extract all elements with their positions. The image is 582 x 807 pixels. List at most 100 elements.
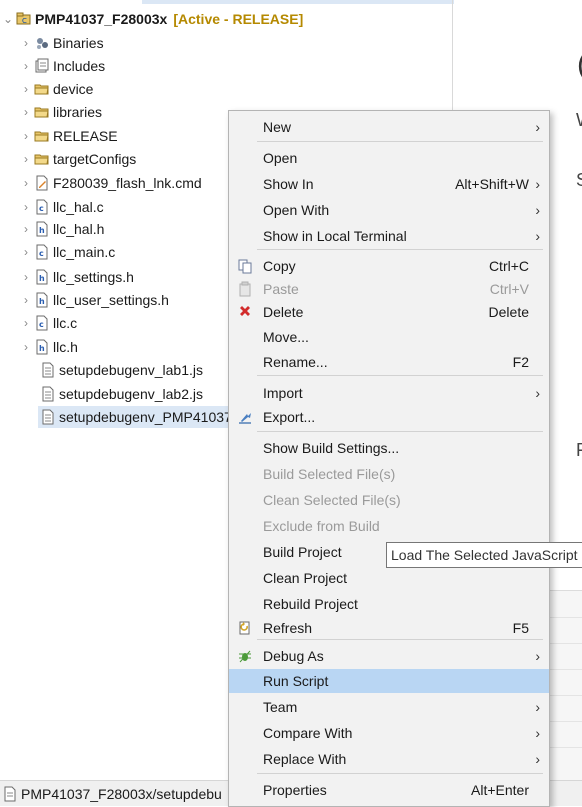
text-file-icon bbox=[40, 386, 56, 402]
submenu-arrow-icon: › bbox=[535, 648, 540, 664]
svg-text:h: h bbox=[39, 297, 45, 306]
tree-item-includes[interactable]: › Includes bbox=[20, 55, 105, 77]
menu-item-move[interactable]: Move... bbox=[229, 325, 549, 349]
tree-item-binaries[interactable]: › Binaries bbox=[20, 32, 104, 54]
menu-item-label: Exclude from Build bbox=[263, 518, 380, 534]
menu-item-export[interactable]: Export... bbox=[229, 405, 549, 429]
chevron-right-icon[interactable]: › bbox=[20, 289, 32, 311]
tree-item-setupdebugenv-lab1-js[interactable]: setupdebugenv_lab1.js bbox=[38, 359, 203, 381]
menu-item-debug-as[interactable]: Debug As › bbox=[229, 644, 549, 668]
status-path: PMP41037_F28003x/setupdebu bbox=[21, 785, 222, 802]
menu-item-clean-project[interactable]: Clean Project bbox=[229, 566, 549, 590]
menu-item-shortcut: Ctrl+C bbox=[488, 258, 529, 274]
menu-item-build-selected-file-s: Build Selected File(s) bbox=[229, 462, 549, 486]
tree-item-targetconfigs[interactable]: › targetConfigs bbox=[20, 148, 136, 170]
menu-item-open[interactable]: Open bbox=[229, 146, 549, 170]
tree-item-label: F280039_flash_lnk.cmd bbox=[53, 175, 202, 191]
chevron-right-icon[interactable]: › bbox=[20, 336, 32, 358]
menu-item-import[interactable]: Import › bbox=[229, 381, 549, 405]
tree-item-label: llc.h bbox=[53, 339, 78, 355]
chevron-right-icon[interactable]: › bbox=[20, 55, 32, 77]
svg-text:c: c bbox=[39, 320, 44, 329]
menu-item-new[interactable]: New › bbox=[229, 115, 549, 139]
menu-item-label: Debug As bbox=[263, 648, 324, 664]
menu-item-open-with[interactable]: Open With › bbox=[229, 198, 549, 222]
chevron-right-icon[interactable]: › bbox=[20, 196, 32, 218]
menu-item-show-in[interactable]: Show In Alt+Shift+W › bbox=[229, 172, 549, 196]
tree-item-llc-h[interactable]: › h llc.h bbox=[20, 336, 78, 358]
menu-item-run-script[interactable]: Run Script bbox=[229, 669, 549, 693]
menu-item-shortcut: F5 bbox=[512, 620, 529, 636]
chevron-right-icon[interactable]: › bbox=[20, 148, 32, 170]
submenu-arrow-icon: › bbox=[535, 385, 540, 401]
tree-item-device[interactable]: › device bbox=[20, 78, 93, 100]
menu-item-label: Rename... bbox=[263, 354, 328, 370]
menu-item-team[interactable]: Team › bbox=[229, 695, 549, 719]
tree-item-label: llc_hal.c bbox=[53, 199, 104, 215]
chevron-right-icon[interactable]: › bbox=[20, 266, 32, 288]
tree-item-libraries[interactable]: › libraries bbox=[20, 101, 102, 123]
menu-item-label: Show In bbox=[263, 176, 314, 192]
chevron-right-icon[interactable]: › bbox=[20, 312, 32, 334]
menu-item-show-in-local-terminal[interactable]: Show in Local Terminal › bbox=[229, 224, 549, 248]
menu-item-shortcut: Delete bbox=[488, 304, 529, 320]
folder-icon bbox=[34, 151, 50, 167]
tree-item-llc-hal-h[interactable]: › h llc_hal.h bbox=[20, 218, 104, 240]
paste-icon bbox=[237, 281, 253, 297]
menu-item-label: Clean Selected File(s) bbox=[263, 492, 401, 508]
tree-item-llc-settings-h[interactable]: › h llc_settings.h bbox=[20, 266, 134, 288]
chevron-right-icon[interactable]: › bbox=[20, 218, 32, 240]
editor-fragment-heading: ( bbox=[577, 48, 582, 82]
svg-text:h: h bbox=[39, 344, 45, 353]
menu-item-label: Team bbox=[263, 699, 298, 715]
tree-item-label: setupdebugenv_lab1.js bbox=[59, 362, 204, 378]
chevron-right-icon[interactable]: › bbox=[20, 78, 32, 100]
tree-item-llc-user-settings-h[interactable]: › h llc_user_settings.h bbox=[20, 289, 169, 311]
menu-separator bbox=[257, 431, 543, 432]
menu-item-rename[interactable]: Rename... F2 bbox=[229, 350, 549, 374]
tree-item-llc-hal-c[interactable]: › c llc_hal.c bbox=[20, 196, 104, 218]
chevron-right-icon[interactable]: › bbox=[20, 241, 32, 263]
tooltip: Load The Selected JavaScript bbox=[386, 542, 582, 568]
cmd-file-icon bbox=[34, 175, 50, 191]
tree-item-label: llc_hal.h bbox=[53, 221, 105, 237]
tree-item-label: llc_user_settings.h bbox=[53, 292, 169, 308]
menu-item-compare-with[interactable]: Compare With › bbox=[229, 721, 549, 745]
project-root[interactable]: ⌄ C PMP41037_F28003x [Active - RELEASE] bbox=[2, 8, 303, 30]
menu-separator bbox=[257, 773, 543, 774]
menu-item-copy[interactable]: Copy Ctrl+C bbox=[229, 254, 549, 278]
menu-item-label: Show Build Settings... bbox=[263, 440, 400, 456]
refresh-icon bbox=[237, 620, 253, 636]
menu-item-properties[interactable]: Properties Alt+Enter bbox=[229, 778, 549, 802]
tree-item-label: RELEASE bbox=[53, 128, 118, 144]
chevron-right-icon[interactable]: › bbox=[20, 125, 32, 147]
svg-text:h: h bbox=[39, 274, 45, 283]
chevron-right-icon[interactable]: › bbox=[20, 172, 32, 194]
tree-item-release[interactable]: › RELEASE bbox=[20, 125, 118, 147]
copy-icon bbox=[237, 258, 253, 274]
svg-text:h: h bbox=[39, 226, 45, 235]
tree-item-setupdebugenv-pmp41037[interactable]: setupdebugenv_PMP41037 bbox=[38, 406, 232, 428]
tree-item-setupdebugenv-lab2-js[interactable]: setupdebugenv_lab2.js bbox=[38, 383, 203, 405]
chevron-right-icon[interactable]: › bbox=[20, 101, 32, 123]
menu-item-refresh[interactable]: Refresh F5 bbox=[229, 616, 549, 640]
tree-item-llc-c[interactable]: › c llc.c bbox=[20, 312, 77, 334]
menu-item-label: Build Project bbox=[263, 544, 342, 560]
tree-item-llc-main-c[interactable]: › c llc_main.c bbox=[20, 241, 115, 263]
menu-item-show-build-settings[interactable]: Show Build Settings... bbox=[229, 436, 549, 460]
menu-item-label: Move... bbox=[263, 329, 309, 345]
svg-text:c: c bbox=[39, 204, 44, 213]
menu-item-label: Clean Project bbox=[263, 570, 348, 586]
menu-item-delete[interactable]: Delete Delete bbox=[229, 300, 549, 324]
folder-icon bbox=[34, 128, 50, 144]
chevron-right-icon[interactable]: › bbox=[20, 32, 32, 54]
menu-item-label: Build Selected File(s) bbox=[263, 466, 396, 482]
menu-item-replace-with[interactable]: Replace With › bbox=[229, 747, 549, 771]
menu-separator bbox=[257, 141, 543, 142]
chevron-down-icon[interactable]: ⌄ bbox=[2, 8, 14, 30]
tree-item-f280039-flash-lnk-cmd[interactable]: › F280039_flash_lnk.cmd bbox=[20, 172, 202, 194]
menu-separator bbox=[257, 249, 543, 250]
menu-item-rebuild-project[interactable]: Rebuild Project bbox=[229, 592, 549, 616]
submenu-arrow-icon: › bbox=[535, 176, 540, 192]
tree-item-label: llc.c bbox=[53, 315, 78, 331]
